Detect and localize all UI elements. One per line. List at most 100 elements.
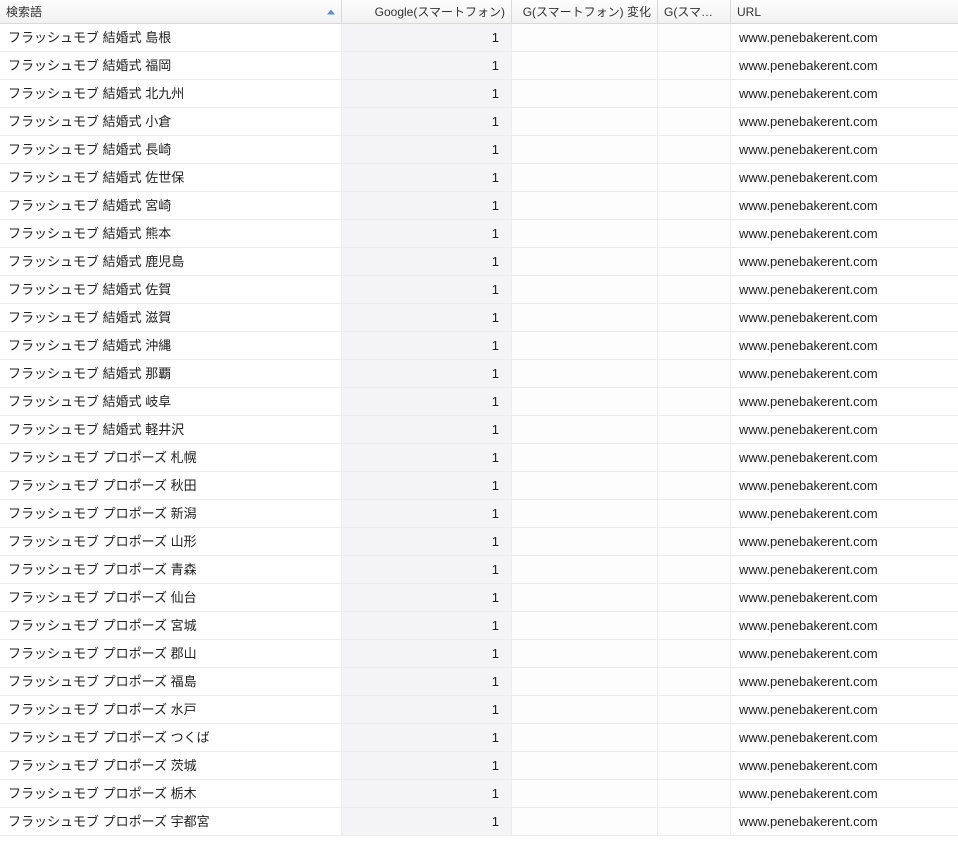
cell-url: www.penebakerent.com xyxy=(731,612,958,639)
cell-change xyxy=(512,24,658,51)
table-row[interactable]: フラッシュモブ 結婚式 長崎1www.penebakerent.com xyxy=(0,136,958,164)
cell-extra xyxy=(658,640,731,667)
table-row[interactable]: フラッシュモブ プロポーズ 福島1www.penebakerent.com xyxy=(0,668,958,696)
cell-term: フラッシュモブ 結婚式 佐賀 xyxy=(0,276,342,303)
cell-rank: 1 xyxy=(342,500,512,527)
table-row[interactable]: フラッシュモブ 結婚式 熊本1www.penebakerent.com xyxy=(0,220,958,248)
cell-extra xyxy=(658,136,731,163)
table-row[interactable]: フラッシュモブ 結婚式 滋賀1www.penebakerent.com xyxy=(0,304,958,332)
column-header-term[interactable]: 検索語 xyxy=(0,0,342,23)
cell-url: www.penebakerent.com xyxy=(731,752,958,779)
cell-rank: 1 xyxy=(342,52,512,79)
cell-change xyxy=(512,136,658,163)
table-row[interactable]: フラッシュモブ 結婚式 福岡1www.penebakerent.com xyxy=(0,52,958,80)
cell-change xyxy=(512,80,658,107)
cell-term: フラッシュモブ 結婚式 福岡 xyxy=(0,52,342,79)
cell-extra xyxy=(658,192,731,219)
cell-url: www.penebakerent.com xyxy=(731,668,958,695)
table-row[interactable]: フラッシュモブ 結婚式 小倉1www.penebakerent.com xyxy=(0,108,958,136)
cell-term: フラッシュモブ 結婚式 小倉 xyxy=(0,108,342,135)
cell-change xyxy=(512,696,658,723)
table-row[interactable]: フラッシュモブ 結婚式 沖縄1www.penebakerent.com xyxy=(0,332,958,360)
cell-extra xyxy=(658,584,731,611)
cell-extra xyxy=(658,444,731,471)
cell-url: www.penebakerent.com xyxy=(731,388,958,415)
column-header-truncated[interactable]: G(スマートフ... xyxy=(658,0,731,23)
table-row[interactable]: フラッシュモブ プロポーズ 宇都宮1www.penebakerent.com xyxy=(0,808,958,836)
cell-rank: 1 xyxy=(342,24,512,51)
cell-extra xyxy=(658,388,731,415)
cell-term: フラッシュモブ プロポーズ 秋田 xyxy=(0,472,342,499)
cell-change xyxy=(512,192,658,219)
table-row[interactable]: フラッシュモブ プロポーズ つくば1www.penebakerent.com xyxy=(0,724,958,752)
cell-extra xyxy=(658,416,731,443)
cell-url: www.penebakerent.com xyxy=(731,696,958,723)
table-row[interactable]: フラッシュモブ プロポーズ 青森1www.penebakerent.com xyxy=(0,556,958,584)
cell-term: フラッシュモブ 結婚式 熊本 xyxy=(0,220,342,247)
table-row[interactable]: フラッシュモブ 結婚式 鹿児島1www.penebakerent.com xyxy=(0,248,958,276)
cell-change xyxy=(512,668,658,695)
table-row[interactable]: フラッシュモブ プロポーズ 新潟1www.penebakerent.com xyxy=(0,500,958,528)
cell-extra xyxy=(658,24,731,51)
cell-extra xyxy=(658,612,731,639)
table-row[interactable]: フラッシュモブ 結婚式 佐世保1www.penebakerent.com xyxy=(0,164,958,192)
cell-url: www.penebakerent.com xyxy=(731,136,958,163)
table-row[interactable]: フラッシュモブ 結婚式 島根1www.penebakerent.com xyxy=(0,24,958,52)
cell-change xyxy=(512,276,658,303)
cell-rank: 1 xyxy=(342,696,512,723)
cell-extra xyxy=(658,52,731,79)
table-row[interactable]: フラッシュモブ プロポーズ 山形1www.penebakerent.com xyxy=(0,528,958,556)
cell-url: www.penebakerent.com xyxy=(731,332,958,359)
column-header-label: URL xyxy=(737,5,761,19)
table-row[interactable]: フラッシュモブ 結婚式 軽井沢1www.penebakerent.com xyxy=(0,416,958,444)
cell-extra xyxy=(658,360,731,387)
cell-term: フラッシュモブ 結婚式 北九州 xyxy=(0,80,342,107)
cell-url: www.penebakerent.com xyxy=(731,500,958,527)
table-row[interactable]: フラッシュモブ プロポーズ 茨城1www.penebakerent.com xyxy=(0,752,958,780)
data-grid: 検索語 Google(スマートフォン) G(スマートフォン) 変化 G(スマート… xyxy=(0,0,958,836)
table-row[interactable]: フラッシュモブ プロポーズ 栃木1www.penebakerent.com xyxy=(0,780,958,808)
cell-term: フラッシュモブ プロポーズ 郡山 xyxy=(0,640,342,667)
cell-url: www.penebakerent.com xyxy=(731,164,958,191)
cell-term: フラッシュモブ プロポーズ 宮城 xyxy=(0,612,342,639)
cell-rank: 1 xyxy=(342,612,512,639)
cell-url: www.penebakerent.com xyxy=(731,416,958,443)
cell-extra xyxy=(658,556,731,583)
cell-change xyxy=(512,808,658,835)
cell-url: www.penebakerent.com xyxy=(731,276,958,303)
table-row[interactable]: フラッシュモブ 結婚式 北九州1www.penebakerent.com xyxy=(0,80,958,108)
table-row[interactable]: フラッシュモブ プロポーズ 宮城1 www.penebakerent.com xyxy=(0,612,958,640)
cell-term: フラッシュモブ プロポーズ 仙台 xyxy=(0,584,342,611)
column-header-url[interactable]: URL xyxy=(731,0,958,23)
cell-rank: 1 xyxy=(342,780,512,807)
table-row[interactable]: フラッシュモブ プロポーズ 仙台1www.penebakerent.com xyxy=(0,584,958,612)
cell-url: www.penebakerent.com xyxy=(731,724,958,751)
cell-change xyxy=(512,220,658,247)
cell-term: フラッシュモブ 結婚式 軽井沢 xyxy=(0,416,342,443)
table-row[interactable]: フラッシュモブ 結婚式 宮崎1www.penebakerent.com xyxy=(0,192,958,220)
table-row[interactable]: フラッシュモブ 結婚式 那覇1www.penebakerent.com xyxy=(0,360,958,388)
table-row[interactable]: フラッシュモブ 結婚式 岐阜1 www.penebakerent.com xyxy=(0,388,958,416)
cell-url: www.penebakerent.com xyxy=(731,24,958,51)
cell-rank: 1 xyxy=(342,640,512,667)
cell-rank: 1 xyxy=(342,388,512,415)
cell-url: www.penebakerent.com xyxy=(731,780,958,807)
table-row[interactable]: フラッシュモブ プロポーズ 郡山1www.penebakerent.com xyxy=(0,640,958,668)
column-header-google-sp[interactable]: Google(スマートフォン) xyxy=(342,0,512,23)
cell-extra xyxy=(658,696,731,723)
table-row[interactable]: フラッシュモブ プロポーズ 水戸1www.penebakerent.com xyxy=(0,696,958,724)
cell-rank: 1 xyxy=(342,136,512,163)
table-row[interactable]: フラッシュモブ プロポーズ 秋田1www.penebakerent.com xyxy=(0,472,958,500)
cell-term: フラッシュモブ 結婚式 岐阜 xyxy=(0,388,342,415)
cell-extra xyxy=(658,80,731,107)
cell-rank: 1 xyxy=(342,556,512,583)
column-header-change[interactable]: G(スマートフォン) 変化 xyxy=(512,0,658,23)
table-row[interactable]: フラッシュモブ プロポーズ 札幌1www.penebakerent.com xyxy=(0,444,958,472)
cell-rank: 1 xyxy=(342,192,512,219)
cell-url: www.penebakerent.com xyxy=(731,108,958,135)
table-row[interactable]: フラッシュモブ 結婚式 佐賀1www.penebakerent.com xyxy=(0,276,958,304)
cell-change xyxy=(512,304,658,331)
cell-rank: 1 xyxy=(342,80,512,107)
cell-rank: 1 xyxy=(342,724,512,751)
cell-change xyxy=(512,416,658,443)
